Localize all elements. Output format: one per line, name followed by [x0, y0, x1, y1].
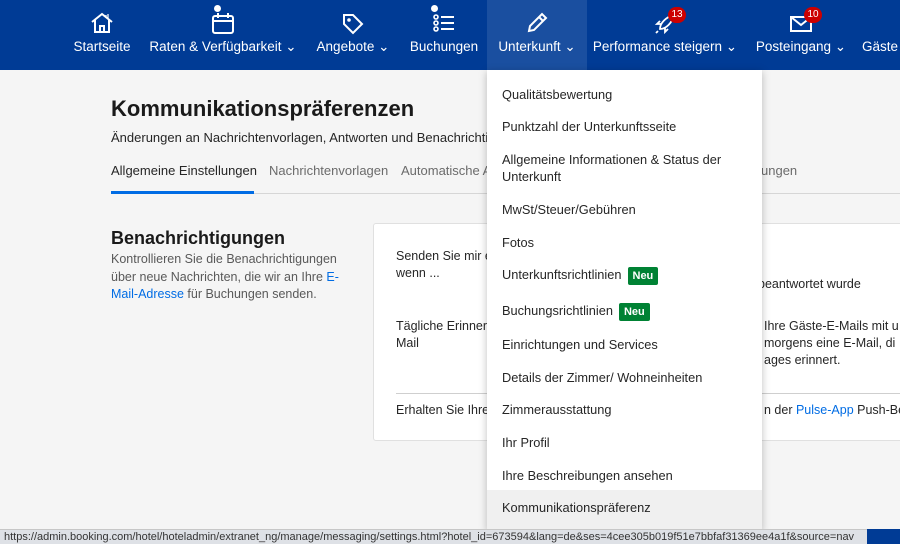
nav-angebote[interactable]: Angebote ⌄	[310, 0, 396, 70]
nav-label: Posteingang ⌄	[756, 39, 846, 55]
active-tab-indicator	[111, 191, 254, 194]
nav-gaeste[interactable]: Gäste	[862, 0, 900, 70]
tag-icon	[338, 10, 368, 36]
nav-label-text: Unterkunft	[498, 39, 561, 54]
nav-label: Startseite	[73, 39, 131, 54]
setting-label-line: Tägliche Erinner	[396, 319, 488, 333]
menu-item-ihr-profil[interactable]: Ihr Profil	[487, 434, 762, 451]
list-icon	[429, 5, 459, 36]
chevron-down-icon: ⌄	[725, 39, 738, 54]
rocket-icon: 13	[650, 7, 686, 36]
nav-label: Unterkunft ⌄	[498, 39, 575, 55]
menu-item-allgemeine-informationen[interactable]: Allgemeine Informationen & Status der Un…	[487, 151, 732, 185]
menu-item-kommunikationspraeferenz[interactable]: Kommunikationspräferenz	[487, 490, 762, 530]
menu-item-unterkunftsrichtlinien[interactable]: Unterkunftsrichtlinien Neu	[487, 266, 762, 285]
new-badge: Neu	[618, 302, 650, 321]
setting-option-line: morgens eine E-Mail, di	[764, 336, 896, 350]
tab-nachrichtenvorlagen[interactable]: Nachrichtenvorlagen	[269, 163, 388, 178]
page-title: Kommunikationspräferenzen	[111, 96, 415, 121]
nav-label: Gäste	[862, 39, 899, 54]
notification-dot	[214, 5, 221, 12]
background-strip	[867, 529, 900, 544]
menu-item-punktzahl[interactable]: Punktzahl der Unterkunftsseite	[487, 118, 762, 135]
nav-raten-verfuegbarkeit[interactable]: Raten & Verfügbarkeit ⌄	[148, 0, 298, 70]
nav-unterkunft[interactable]: Unterkunft ⌄	[487, 0, 587, 70]
notification-dot	[431, 5, 438, 12]
setting-option-text: beantwortet wurde	[758, 277, 861, 291]
menu-item-fotos[interactable]: Fotos	[487, 234, 762, 251]
new-badge: Neu	[627, 266, 659, 285]
menu-item-buchungsrichtlinien[interactable]: Buchungsrichtlinien Neu	[487, 302, 762, 321]
home-icon	[87, 10, 117, 36]
nav-label-text: Angebote	[316, 39, 375, 54]
top-navigation: Startseite Raten & Verfügbarkeit ⌄ Angeb…	[0, 0, 900, 70]
setting-option-text: Ihre Gäste-E-Mails mit u morgens eine E-M…	[764, 318, 899, 369]
guests-icon	[862, 10, 892, 36]
nav-label: Angebote ⌄	[317, 39, 390, 55]
nav-performance-steigern[interactable]: 13 Performance steigern ⌄	[592, 0, 738, 70]
setting-label-line: Senden Sie mir e	[396, 249, 492, 263]
nav-startseite[interactable]: Startseite	[66, 0, 138, 70]
nav-label: Performance steigern ⌄	[593, 39, 737, 55]
section-desc-text: für Buchungen senden.	[183, 287, 317, 301]
menu-item-mwst-steuer[interactable]: MwSt/Steuer/Gebühren	[487, 201, 762, 218]
nav-label-text: Posteingang	[755, 39, 831, 54]
setting-option-line: Ihre Gäste-E-Mails mit u	[764, 319, 899, 333]
browser-status-bar: https://admin.booking.com/hotel/hoteladm…	[0, 529, 867, 544]
tab-allgemeine-einstellungen[interactable]: Allgemeine Einstellungen	[111, 163, 257, 178]
menu-item-beschreibungen[interactable]: Ihre Beschreibungen ansehen	[487, 467, 762, 484]
pulse-app-link[interactable]: Pulse-App	[796, 403, 854, 417]
section-title: Benachrichtigungen	[111, 228, 286, 248]
nav-posteingang[interactable]: 10 Posteingang ⌄	[752, 0, 850, 70]
menu-item-zimmerausstattung[interactable]: Zimmerausstattung	[487, 401, 762, 418]
pencil-icon	[522, 10, 552, 36]
tab-automatische-antworten[interactable]: Automatische A	[401, 163, 491, 178]
setting-option-line: ages erinnert.	[764, 353, 841, 367]
chevron-down-icon: ⌄	[834, 39, 847, 54]
nav-buchungen[interactable]: Buchungen	[406, 0, 482, 70]
nav-label-text: Performance steigern	[592, 39, 722, 54]
envelope-icon: 10	[786, 7, 822, 36]
chevron-down-icon: ⌄	[285, 39, 297, 54]
setting-option-line: Push-Be	[853, 403, 900, 417]
setting-option-text: n der Pulse-App Push-Be	[764, 402, 900, 419]
setting-option-line: n der	[764, 403, 796, 417]
section-desc-text: Kontrollieren Sie die Benachrichtigungen…	[111, 252, 337, 284]
menu-item-qualitaetsbewertung[interactable]: Qualitätsbewertung	[487, 86, 762, 103]
menu-item-einrichtungen[interactable]: Einrichtungen und Services	[487, 336, 762, 353]
setting-label-line: Mail	[396, 336, 419, 350]
setting-label: Senden Sie mir e wenn ...	[396, 248, 492, 282]
notification-count-badge: 10	[804, 7, 822, 23]
nav-label-text: Raten & Verfügbarkeit	[149, 39, 282, 54]
page-subtitle: Änderungen an Nachrichtenvorlagen, Antwo…	[111, 130, 496, 145]
nav-label: Buchungen	[409, 39, 479, 54]
unterkunft-dropdown-menu: Qualitätsbewertung Punktzahl der Unterku…	[487, 70, 762, 530]
setting-label: Erhalten Sie Ihre	[396, 403, 490, 417]
menu-item-label: Unterkunftsrichtlinien	[502, 267, 622, 282]
section-description: Kontrollieren Sie die Benachrichtigungen…	[111, 251, 351, 304]
setting-label-line: wenn ...	[396, 266, 440, 280]
notification-count-badge: 13	[668, 7, 686, 23]
setting-label: Tägliche Erinner Mail	[396, 318, 487, 352]
menu-item-label: Buchungsrichtlinien	[502, 303, 613, 318]
chevron-down-icon: ⌄	[378, 39, 390, 54]
calendar-icon	[208, 5, 238, 36]
chevron-down-icon: ⌄	[564, 39, 576, 54]
nav-label: Raten & Verfügbarkeit ⌄	[149, 39, 296, 55]
menu-item-zimmer-details[interactable]: Details der Zimmer/ Wohneinheiten	[487, 369, 762, 386]
tab-partial-hidden[interactable]: ungen	[761, 163, 797, 178]
